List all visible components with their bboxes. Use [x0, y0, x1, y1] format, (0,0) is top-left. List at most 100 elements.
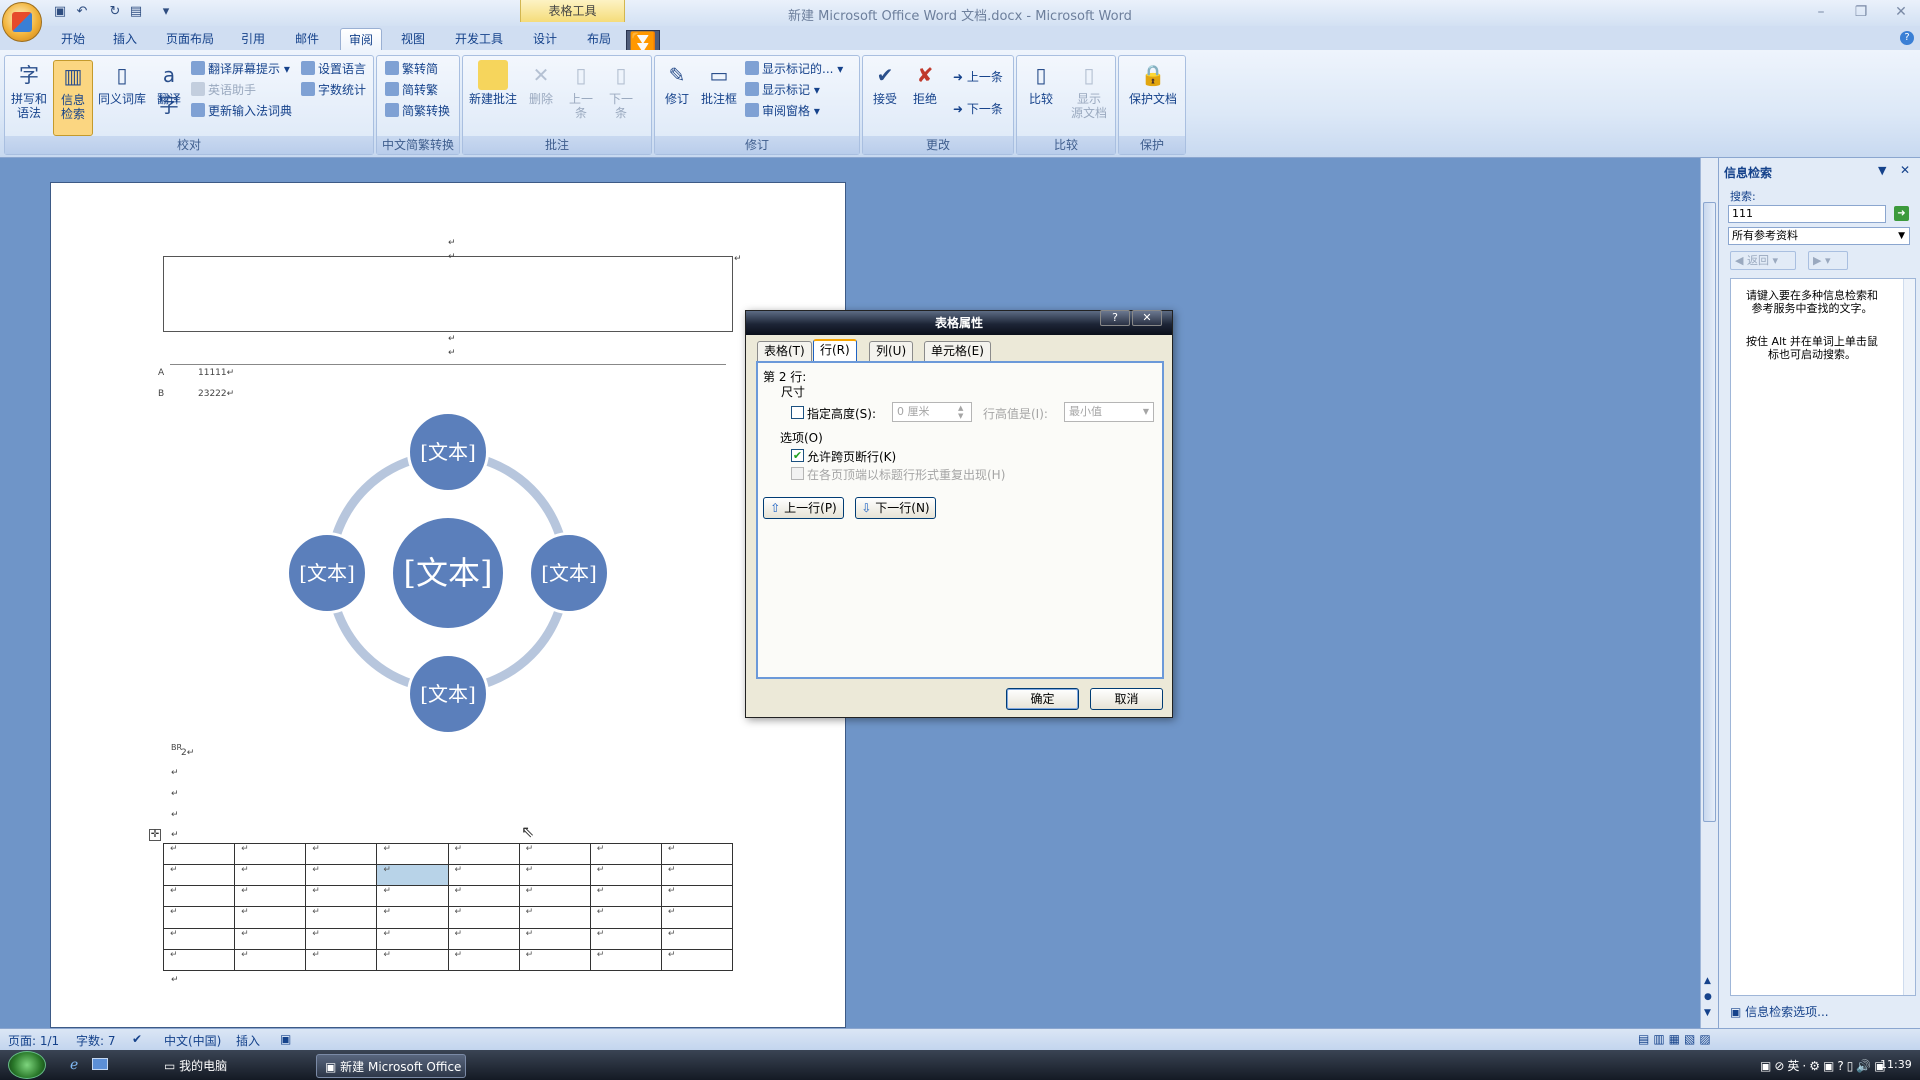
table-cell[interactable]: ↵ [447, 927, 520, 950]
table-cell[interactable]: ↵ [589, 906, 662, 929]
table-cell[interactable]: ↵ [376, 906, 449, 929]
table-move-handle-icon[interactable]: ✛ [149, 829, 161, 841]
table-cell[interactable]: ↵ [305, 927, 378, 950]
tab-row[interactable]: 行(R) [813, 339, 857, 361]
table-cell[interactable]: ↵ [162, 842, 236, 866]
table-cell[interactable]: ↵ [518, 927, 591, 950]
table-cell[interactable]: ↵ [162, 927, 236, 950]
specify-height-checkbox[interactable] [791, 406, 804, 419]
word-count-indicator[interactable]: 字数: 7 [76, 1032, 116, 1049]
table-cell[interactable]: ↵ [447, 842, 520, 866]
tab-review[interactable]: 审阅 [340, 28, 382, 50]
ime-indicator[interactable]: 英 [1787, 1059, 1802, 1073]
accept-button[interactable]: ✔ 接受 [867, 60, 903, 106]
smartart-node-top[interactable]: [文本] [407, 411, 489, 493]
word-count-button[interactable]: 字数统计 [301, 81, 366, 99]
text-box[interactable] [163, 256, 733, 332]
tab-design[interactable]: 设计 [530, 28, 560, 50]
update-ime-button[interactable]: 更新输入法词典 [191, 102, 292, 120]
reference-source-select[interactable]: 所有参考资料 ▼ [1728, 227, 1910, 245]
start-search-icon[interactable]: ➜ [1894, 206, 1909, 221]
help-icon[interactable]: ? [1900, 31, 1914, 45]
thesaurus-button[interactable]: ▯ 同义词库 [97, 60, 147, 106]
table-cell[interactable]: ↵ [589, 927, 662, 950]
task-pane-scrollbar[interactable] [1903, 279, 1915, 995]
table-cell[interactable]: ↵ [376, 927, 449, 950]
scrollbar-thumb[interactable] [1703, 202, 1716, 822]
table-cell[interactable]: ↵ [305, 885, 378, 908]
table-cell[interactable]: ↵ [162, 948, 236, 972]
table-cell[interactable]: ↵ [660, 906, 734, 929]
set-language-button[interactable]: 设置语言 [301, 60, 366, 78]
translate-screentip-button[interactable]: 翻译屏幕提示 ▾ [191, 60, 290, 78]
undo-icon[interactable]: ↶ [74, 4, 90, 20]
next-page-icon[interactable]: ▼ [1704, 1008, 1711, 1018]
english-assistant-button[interactable]: 英语助手 [191, 81, 256, 99]
balloons-button[interactable]: ▭ 批注框 [697, 60, 741, 106]
reviewing-pane-button[interactable]: 审阅窗格 ▾ [745, 102, 820, 120]
document-table[interactable]: ↵ ↵ ↵ ↵ ↵ ↵ ↵ ↵ ↵ ↵ ↵ ↵ ↵ ↵ ↵ ↵ ↵ ↵ ↵ ↵ ↵ ↵ ↵ ↵ ↵ ↵ ↵ ↵ ↵ ↵ ↵ ↵ ↵ ↵ ↵ ↵… [162, 842, 734, 972]
table-cell[interactable]: ↵ [518, 885, 591, 908]
translate-button[interactable]: a字 翻译 [151, 60, 187, 117]
table-cell[interactable]: ↵ [518, 948, 591, 972]
ie-icon[interactable]: ℯ [70, 1057, 78, 1073]
maximize-button[interactable]: ❐ [1846, 2, 1876, 22]
tab-column[interactable]: 列(U) [869, 341, 914, 361]
table-cell[interactable]: ↵ [234, 864, 307, 887]
vertical-scrollbar[interactable]: ▲ ● ▼ [1700, 158, 1718, 1028]
table-cell[interactable]: ↵ [589, 864, 662, 887]
table-cell[interactable]: ↵ [660, 842, 734, 866]
table-cell[interactable]: ↵ [305, 906, 378, 929]
trad-to-simp-button[interactable]: 繁转简 [385, 60, 438, 78]
smartart-node-left[interactable]: [文本] [286, 532, 368, 614]
table-cell[interactable]: ↵ [518, 906, 591, 929]
tab-layout[interactable]: 布局 [584, 28, 614, 50]
qat-customize-icon[interactable]: ▾ [158, 4, 174, 20]
dialog-close-button[interactable]: ✕ [1132, 310, 1162, 326]
dialog-help-button[interactable]: ? [1100, 310, 1130, 326]
clock[interactable]: 11:39 [1880, 1058, 1912, 1071]
height-spinner-icon[interactable]: ▲ ▼ [958, 404, 963, 420]
paste-icon[interactable]: ▤ [128, 4, 144, 20]
row-height-mode-select[interactable]: 最小值 ▼ [1064, 402, 1154, 422]
reject-button[interactable]: ✘ 拒绝 [907, 60, 943, 106]
table-cell[interactable]: ↵ [447, 906, 520, 929]
proofing-status-icon[interactable]: ✔ [132, 1032, 142, 1046]
compare-button[interactable]: ▯ 比较 [1021, 60, 1061, 106]
macro-record-icon[interactable]: ▣ [280, 1032, 291, 1046]
show-desktop-icon[interactable] [92, 1058, 108, 1070]
system-tray[interactable]: ▣⊘英·⚙▣?▯🔊▣ [1760, 1057, 1889, 1074]
task-pane-close-icon[interactable]: ✕ [1900, 163, 1910, 177]
prev-page-icon[interactable]: ▲ [1704, 976, 1711, 986]
taskbar-item-word[interactable]: ▣ 新建 Microsoft Office ... [316, 1054, 466, 1078]
next-change-button[interactable]: ➜ 下一条 [953, 100, 1003, 118]
table-cell[interactable]: ↵ [589, 885, 662, 908]
table-cell[interactable]: ↵ [660, 864, 734, 887]
table-cell[interactable]: ↵ [305, 948, 378, 972]
forward-button[interactable]: ▶ ▾ [1808, 251, 1848, 270]
office-button[interactable] [2, 2, 42, 42]
simp-to-trad-button[interactable]: 简转繁 [385, 81, 438, 99]
tab-page-layout[interactable]: 页面布局 [163, 28, 217, 50]
protect-document-button[interactable]: 🔒 保护文档 [1123, 60, 1183, 106]
start-button[interactable] [8, 1051, 46, 1079]
tab-cell[interactable]: 单元格(E) [924, 341, 991, 361]
table-cell[interactable]: ↵ [162, 864, 236, 887]
table-cell[interactable]: ↵ [234, 927, 307, 950]
back-button[interactable]: ◀ 返回 ▾ [1730, 251, 1796, 270]
table-cell[interactable]: ↵ [234, 842, 307, 866]
smartart-node-bottom[interactable]: [文本] [407, 653, 489, 735]
next-comment-button[interactable]: ▯ 下一 条 [603, 60, 639, 120]
table-cell[interactable]: ↵ [518, 864, 591, 887]
tab-mailings[interactable]: 邮件 [292, 28, 322, 50]
table-cell[interactable]: ↵ [518, 842, 591, 866]
minimize-button[interactable]: – [1806, 2, 1836, 22]
table-cell[interactable]: ↵ [162, 906, 236, 929]
new-comment-button[interactable]: 新建批注 [467, 60, 519, 106]
close-button[interactable]: ✕ [1886, 2, 1916, 22]
language-indicator[interactable]: 中文(中国) [164, 1032, 221, 1049]
ok-button[interactable]: 确定 [1006, 688, 1079, 710]
delete-comment-button[interactable]: ✕ 删除 [523, 60, 559, 106]
view-buttons[interactable]: ▤▥▦▧▨ [1638, 1032, 1715, 1046]
tab-insert[interactable]: 插入 [110, 28, 140, 50]
